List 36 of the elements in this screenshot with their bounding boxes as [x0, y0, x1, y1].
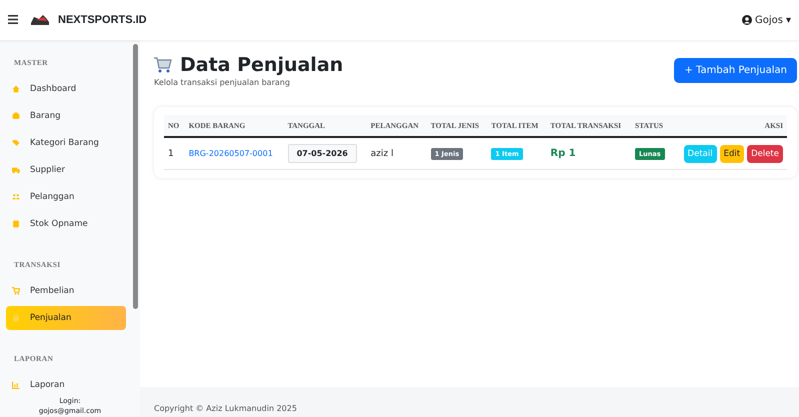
sidebar-item[interactable]: Barang: [6, 104, 126, 128]
caret-icon[interactable]: ▾: [786, 14, 791, 26]
box-icon: [12, 112, 20, 120]
date-cell: 07-05-2026: [288, 144, 357, 163]
add-sale-button[interactable]: + Tambah Penjualan: [674, 58, 797, 83]
action-button[interactable]: Delete: [747, 144, 783, 162]
clipboard-icon: [12, 220, 20, 228]
house-icon: [12, 85, 20, 93]
code-link[interactable]: BRG-20260507-0001: [188, 148, 273, 158]
people-icon: [12, 193, 20, 201]
truck-icon: [12, 166, 20, 174]
sidebar-item[interactable]: Pembelian: [6, 279, 126, 303]
sidebar-item[interactable]: Laporan: [6, 373, 126, 396]
sidebar-item[interactable]: Stok Opname: [6, 212, 126, 236]
amount-cell: Rp 1: [550, 148, 576, 159]
chart-icon: [12, 381, 20, 389]
page-subtitle: Kelola transaksi penjualan barang: [154, 78, 291, 87]
page-title: Data Penjualan: [180, 54, 344, 76]
shoe-logo-icon: [30, 13, 50, 27]
user-icon[interactable]: [742, 15, 752, 25]
bag-icon: [12, 314, 20, 322]
sidebar-item[interactable]: Kategori Barang: [6, 131, 126, 155]
sidebar-item[interactable]: Supplier: [6, 158, 126, 182]
cart-icon: [12, 287, 20, 295]
sidebar-item[interactable]: Pelanggan: [6, 185, 126, 209]
brand-name: NEXTSPORTS.ID: [58, 14, 147, 26]
user-menu[interactable]: Gojos: [754, 14, 783, 26]
footer-text: Copyright © Aziz Lukmanudin 2025: [140, 387, 799, 417]
sidebar-item[interactable]: Penjualan: [6, 306, 126, 330]
scrollbar[interactable]: [133, 44, 138, 309]
action-button[interactable]: Edit: [720, 144, 744, 162]
table-cell: aziz l: [370, 148, 394, 158]
tag-icon: [12, 139, 20, 147]
table-cell: 1: [168, 148, 174, 158]
cart-icon: [154, 57, 172, 73]
sidebar-item[interactable]: Dashboard: [6, 77, 126, 101]
